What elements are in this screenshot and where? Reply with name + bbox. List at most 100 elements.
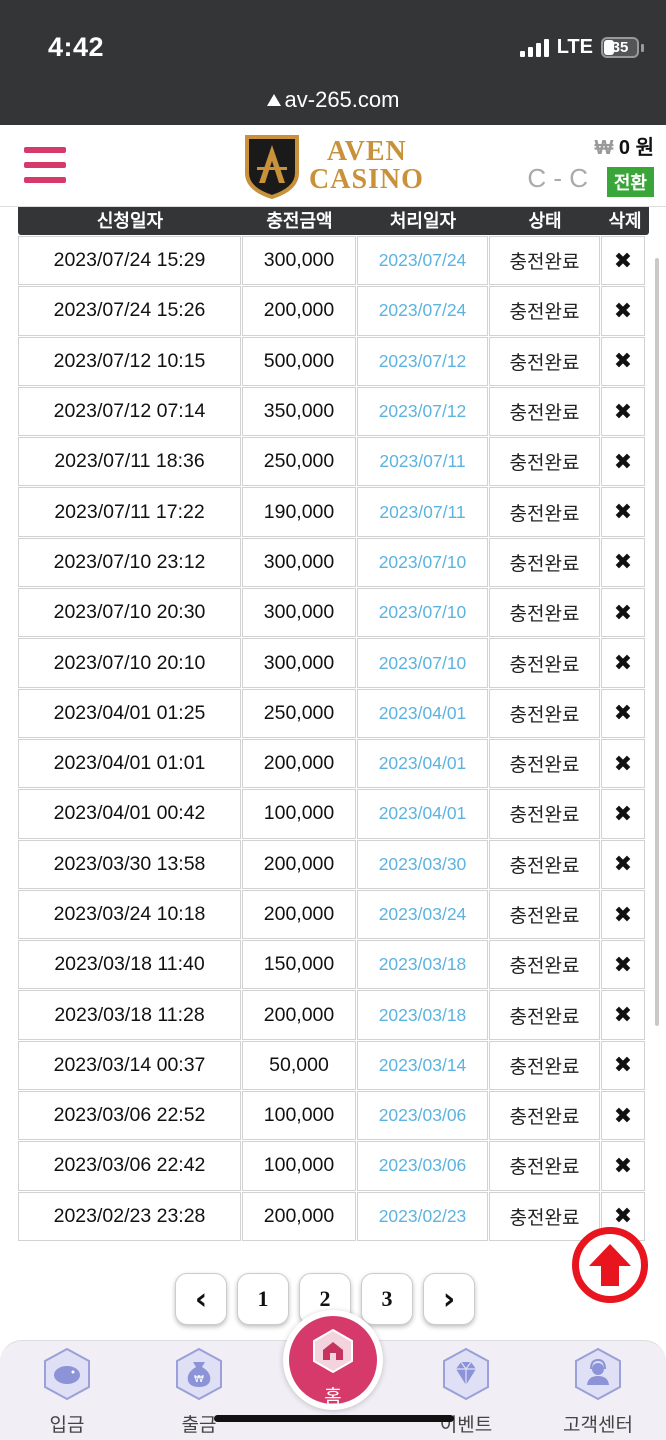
arrow-up-icon <box>589 1244 631 1286</box>
status-cell: 충전완료 <box>489 688 600 738</box>
nav-withdraw[interactable]: ₩ 출금 <box>154 1347 244 1437</box>
delete-button[interactable]: ✖ <box>601 839 645 889</box>
menu-button[interactable] <box>24 147 66 185</box>
request-date-cell: 2023/03/18 11:28 <box>18 990 241 1040</box>
request-date-cell: 2023/03/24 10:18 <box>18 889 241 940</box>
table-row: 2023/03/24 10:18 200,000 2023/03/24 충전완료 ✖ <box>18 889 649 940</box>
processed-date-cell: 2023/03/06 <box>357 1141 488 1191</box>
delete-button[interactable]: ✖ <box>601 386 645 437</box>
processed-date-cell: 2023/07/11 <box>357 437 488 487</box>
request-date-cell: 2023/07/24 15:26 <box>18 286 241 336</box>
processed-date-cell: 2023/07/10 <box>357 588 488 638</box>
battery-icon: 35 <box>601 37 639 58</box>
scrollbar[interactable] <box>655 258 659 1026</box>
amount-cell: 100,000 <box>242 1141 356 1191</box>
money-bag-icon: ₩ <box>176 1347 222 1401</box>
delete-button[interactable]: ✖ <box>601 940 645 990</box>
table-body: 2023/07/24 15:29 300,000 2023/07/24 충전완료 ✖ 20… <box>18 236 649 1242</box>
delete-button[interactable]: ✖ <box>601 437 645 487</box>
nav-label: 입금 <box>49 1415 85 1436</box>
status-cell: 충전완료 <box>489 437 600 487</box>
delete-button[interactable]: ✖ <box>601 336 645 386</box>
amount-cell: 200,000 <box>242 889 356 940</box>
table-row: 2023/03/18 11:40 150,000 2023/03/18 충전완료 ✖ <box>18 940 649 990</box>
table-row: 2023/07/11 17:22 190,000 2023/07/11 충전완료 ✖ <box>18 487 649 537</box>
reload-icon[interactable]: C - C <box>527 163 588 194</box>
request-date-cell: 2023/07/11 17:22 <box>18 487 241 537</box>
delete-button[interactable]: ✖ <box>601 638 645 688</box>
battery-tip <box>641 43 644 52</box>
amount-cell: 300,000 <box>242 638 356 688</box>
delete-button[interactable]: ✖ <box>601 1040 645 1091</box>
table-row: 2023/04/01 01:25 250,000 2023/04/01 충전완료 ✖ <box>18 688 649 739</box>
delete-button[interactable]: ✖ <box>601 487 645 537</box>
request-date-cell: 2023/07/11 18:36 <box>18 437 241 487</box>
processed-date-cell: 2023/07/11 <box>357 487 488 537</box>
home-icon <box>313 1328 353 1374</box>
home-label: 홈 <box>324 1387 342 1408</box>
amount-cell: 50,000 <box>242 1040 356 1091</box>
column-header: 충전금액 <box>266 211 333 231</box>
logo-text: AVEN CASINO <box>309 138 424 194</box>
amount-cell: 200,000 <box>242 990 356 1040</box>
column-header: 삭제 <box>608 211 642 231</box>
delete-button[interactable]: ✖ <box>601 537 645 588</box>
nav-support[interactable]: 고객센터 <box>553 1347 643 1437</box>
table-row: 2023/04/01 01:01 200,000 2023/04/01 충전완료 ✖ <box>18 738 649 789</box>
network-type: LTE <box>556 36 593 58</box>
address-bar[interactable]: av-265.com <box>0 87 666 113</box>
delete-button[interactable]: ✖ <box>601 286 645 336</box>
deposit-history-table: 신청일자 충전금액 처리일자 상태 삭제 2023/07/24 15:29 300… <box>18 207 649 1242</box>
amount-cell: 100,000 <box>242 789 356 839</box>
table-row: 2023/03/14 00:37 50,000 2023/03/14 충전완료 ✖ <box>18 1040 649 1091</box>
delete-button[interactable]: ✖ <box>601 990 645 1040</box>
status-cell: 충전완료 <box>489 236 600 286</box>
status-cell: 충전완료 <box>489 537 600 588</box>
next-page-button[interactable]: › <box>423 1273 475 1325</box>
support-agent-icon <box>575 1347 621 1401</box>
processed-date-cell: 2023/07/10 <box>357 537 488 588</box>
site-header: AVEN CASINO ₩ 0 원 C - C 전환 <box>0 125 666 207</box>
signal-icon <box>519 38 549 57</box>
table-row: 2023/07/10 20:30 300,000 2023/07/10 충전완료 ✖ <box>18 588 649 638</box>
balance-unit: 원 <box>635 137 654 159</box>
home-indicator <box>214 1415 454 1422</box>
column-header: 처리일자 <box>389 211 457 231</box>
amount-cell: 300,000 <box>242 236 356 286</box>
status-cell: 충전완료 <box>489 889 600 940</box>
column-header: 신청일자 <box>96 211 164 231</box>
request-date-cell: 2023/03/06 22:42 <box>18 1141 241 1191</box>
delete-button[interactable]: ✖ <box>601 738 645 789</box>
piggy-bank-icon <box>44 1347 90 1401</box>
convert-button[interactable]: 전환 <box>606 167 654 197</box>
table-row: 2023/07/10 20:10 300,000 2023/07/10 충전완료 ✖ <box>18 638 649 688</box>
prev-page-button[interactable]: ‹ <box>175 1273 227 1325</box>
delete-button[interactable]: ✖ <box>601 1141 645 1191</box>
nav-deposit[interactable]: 입금 <box>22 1347 112 1437</box>
delete-button[interactable]: ✖ <box>601 1091 645 1141</box>
delete-button[interactable]: ✖ <box>601 588 645 638</box>
home-button[interactable]: 홈 <box>283 1310 383 1410</box>
nav-label: 고객센터 <box>563 1415 633 1436</box>
table-row: 2023/07/24 15:26 200,000 2023/07/24 충전완료 ✖ <box>18 286 649 336</box>
page-button[interactable]: 1 <box>237 1273 289 1325</box>
processed-date-cell: 2023/03/14 <box>357 1040 488 1091</box>
delete-button[interactable]: ✖ <box>601 889 645 940</box>
status-cell: 충전완료 <box>489 386 600 437</box>
site-logo[interactable]: AVEN CASINO <box>243 133 424 199</box>
status-cell: 충전완료 <box>489 638 600 688</box>
delete-button[interactable]: ✖ <box>601 236 645 286</box>
table-row: 2023/02/23 23:28 200,000 2023/02/23 충전완료 ✖ <box>18 1191 649 1242</box>
processed-date-cell: 2023/07/12 <box>357 386 488 437</box>
scroll-top-button[interactable] <box>572 1227 648 1303</box>
processed-date-cell: 2023/04/01 <box>357 738 488 789</box>
table-row: 2023/07/10 23:12 300,000 2023/07/10 충전완료 ✖ <box>18 537 649 588</box>
delete-button[interactable]: ✖ <box>601 688 645 738</box>
status-time: 4:42 <box>48 32 105 62</box>
amount-cell: 300,000 <box>242 588 356 638</box>
nav-event[interactable]: 이벤트 <box>421 1347 511 1437</box>
page-button[interactable]: 3 <box>361 1273 413 1325</box>
status-cell: 충전완료 <box>489 1141 600 1191</box>
amount-cell: 100,000 <box>242 1091 356 1141</box>
delete-button[interactable]: ✖ <box>601 789 645 839</box>
